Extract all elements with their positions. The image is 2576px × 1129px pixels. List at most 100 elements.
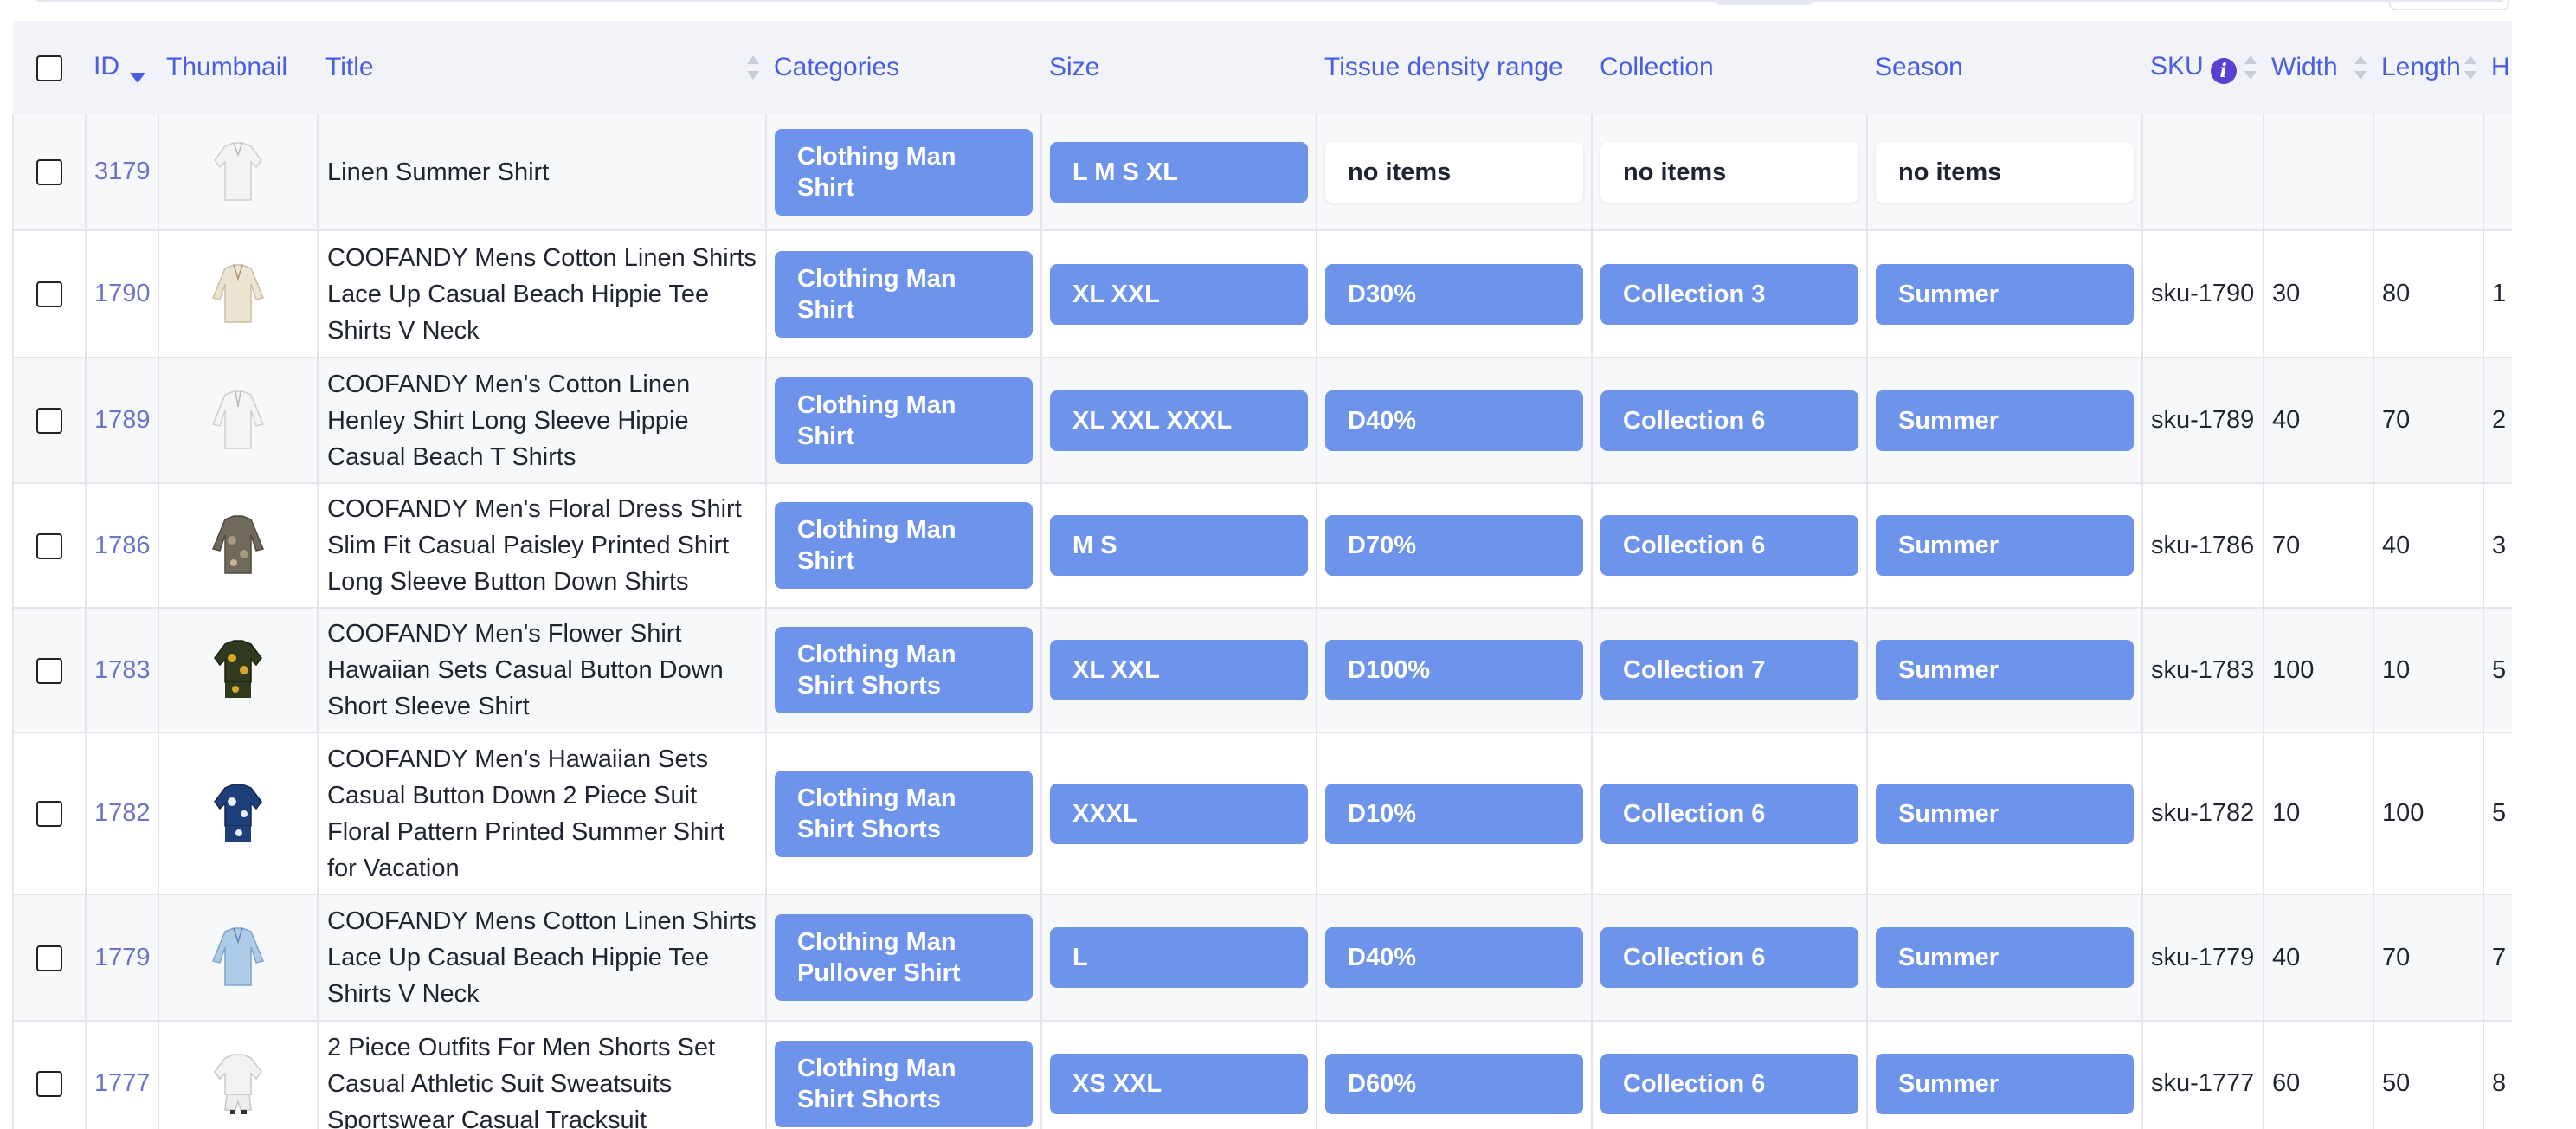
category-chip[interactable]: Clothing Man Pullover Shirt: [775, 914, 1033, 1001]
id-cell[interactable]: 1786: [85, 483, 158, 609]
product-thumbnail[interactable]: [209, 639, 267, 701]
table-row[interactable]: 1782 COOFANDY Men's Hawaiian Sets Casual…: [12, 732, 2512, 895]
table-row[interactable]: 1789 COOFANDY Men's Cotton Linen Henley …: [12, 358, 2512, 484]
product-thumbnail[interactable]: [209, 141, 267, 203]
season-chip[interactable]: Summer: [1876, 927, 2134, 988]
product-thumbnail[interactable]: [209, 783, 267, 845]
size-chip[interactable]: L: [1050, 927, 1308, 988]
season-cell: Summer: [1866, 1021, 2142, 1129]
category-line: Clothing Man: [797, 784, 956, 812]
size-cell: XL XXL: [1040, 230, 1317, 358]
size-chip[interactable]: XXXL: [1050, 783, 1308, 844]
product-thumbnail[interactable]: [209, 390, 267, 452]
season-cell: Summer: [1866, 608, 2142, 733]
tissue-chip[interactable]: no items: [1325, 141, 1583, 203]
table-row[interactable]: 3179 Linen Summer Shirt Clothing Man Shir…: [12, 114, 2512, 231]
row-checkbox[interactable]: [36, 532, 62, 559]
tissue-chip[interactable]: D60%: [1325, 1053, 1583, 1114]
tissue-chip[interactable]: D30%: [1325, 263, 1583, 325]
product-thumbnail[interactable]: [209, 1053, 267, 1115]
column-label-h: H: [2491, 53, 2510, 81]
product-thumbnail[interactable]: [209, 263, 267, 326]
collection-chip[interactable]: Collection 6: [1600, 515, 1858, 576]
collection-chip[interactable]: Collection 6: [1600, 783, 1858, 844]
season-chip[interactable]: no items: [1876, 141, 2134, 203]
category-line: Shirt: [797, 547, 855, 575]
id-cell[interactable]: 1783: [85, 608, 158, 733]
size-cell: L M S XL: [1040, 114, 1317, 231]
h-cell: 3: [2483, 483, 2512, 609]
id-cell[interactable]: 1779: [85, 894, 158, 1022]
collection-cell: Collection 3: [1591, 230, 1867, 358]
row-checkbox[interactable]: [36, 945, 62, 971]
category-chip[interactable]: Clothing Man Shirt: [775, 128, 1033, 216]
row-checkbox[interactable]: [36, 281, 62, 308]
category-chip[interactable]: Clothing Man Shirt: [775, 502, 1033, 589]
category-chip[interactable]: Clothing Man Shirt: [775, 377, 1033, 464]
length-cell: 70: [2373, 894, 2483, 1022]
collection-chip[interactable]: no items: [1600, 141, 1858, 203]
length-cell: 40: [2373, 483, 2483, 609]
row-checkbox[interactable]: [36, 801, 62, 828]
row-select-cell: [12, 608, 86, 733]
select-all-checkbox[interactable]: [36, 55, 62, 82]
table-row[interactable]: 1786 COOFANDY Men's Floral Dress Shirt S…: [12, 483, 2512, 609]
table-row[interactable]: 1783 COOFANDY Men's Flower Shirt Hawaiia…: [12, 608, 2512, 733]
size-chip[interactable]: XL XXL: [1050, 640, 1308, 700]
product-thumbnail[interactable]: [209, 926, 267, 989]
season-chip[interactable]: Summer: [1876, 263, 2134, 325]
id-cell[interactable]: 1789: [85, 358, 158, 484]
width-cell: [2263, 114, 2373, 231]
tissue-chip[interactable]: D70%: [1325, 515, 1583, 576]
column-header-title[interactable]: Title: [318, 21, 766, 114]
category-chip[interactable]: Clothing Man Shirt: [775, 250, 1033, 338]
column-header-tissue: Tissue density range: [1317, 21, 1592, 114]
column-header-width[interactable]: Width: [2264, 21, 2373, 114]
column-header-sku[interactable]: SKU i: [2142, 21, 2264, 114]
season-chip[interactable]: Summer: [1876, 515, 2134, 576]
row-checkbox[interactable]: [36, 657, 62, 684]
size-chip[interactable]: XS XXL: [1050, 1053, 1308, 1114]
table-row[interactable]: 1779 COOFANDY Mens Cotton Linen Shirts L…: [12, 894, 2512, 1022]
collection-chip[interactable]: Collection 6: [1600, 1053, 1858, 1114]
id-cell[interactable]: 1782: [85, 732, 158, 895]
table-row[interactable]: 1777 2 Piece Outfits For Men Shorts Set …: [12, 1021, 2512, 1129]
toolbar-button-edge[interactable]: [2389, 0, 2509, 10]
season-chip[interactable]: Summer: [1876, 1053, 2134, 1114]
header-row: ID Thumbnail Title Categories Size Tissu…: [13, 21, 2512, 114]
tissue-chip[interactable]: D10%: [1325, 783, 1583, 844]
tissue-chip[interactable]: D40%: [1325, 927, 1583, 988]
h-cell: 7: [2483, 894, 2512, 1022]
row-checkbox[interactable]: [36, 408, 62, 435]
row-checkbox[interactable]: [36, 159, 62, 186]
season-chip[interactable]: Summer: [1876, 390, 2134, 451]
column-header-h[interactable]: H: [2483, 21, 2512, 114]
collection-chip[interactable]: Collection 7: [1600, 640, 1858, 700]
tissue-chip[interactable]: D40%: [1325, 390, 1583, 451]
size-chip[interactable]: XL XXL: [1050, 263, 1308, 325]
category-chip[interactable]: Clothing Man Shirt Shorts: [775, 1040, 1033, 1127]
collection-chip[interactable]: Collection 6: [1600, 390, 1858, 451]
info-icon[interactable]: i: [2210, 57, 2237, 84]
column-header-length[interactable]: Length: [2373, 21, 2483, 114]
id-cell[interactable]: 3179: [85, 114, 158, 231]
column-header-id[interactable]: ID: [86, 21, 158, 114]
table-row[interactable]: 1790 COOFANDY Mens Cotton Linen Shirts L…: [12, 230, 2512, 358]
category-chip[interactable]: Clothing Man Shirt Shorts: [775, 627, 1033, 713]
width-cell: 70: [2263, 483, 2373, 609]
row-checkbox[interactable]: [36, 1071, 62, 1098]
column-label-length: Length: [2381, 53, 2461, 81]
season-chip[interactable]: Summer: [1876, 783, 2134, 844]
id-cell[interactable]: 1777: [85, 1021, 158, 1129]
size-chip[interactable]: L M S XL: [1050, 141, 1308, 203]
id-cell[interactable]: 1790: [85, 230, 158, 358]
tissue-chip[interactable]: D100%: [1325, 640, 1583, 700]
collection-chip[interactable]: Collection 6: [1600, 927, 1858, 988]
title-cell: COOFANDY Mens Cotton Linen Shirts Lace U…: [317, 894, 766, 1022]
size-chip[interactable]: M S: [1050, 515, 1308, 576]
category-chip[interactable]: Clothing Man Shirt Shorts: [775, 770, 1033, 857]
season-chip[interactable]: Summer: [1876, 640, 2134, 700]
size-chip[interactable]: XL XXL XXXL: [1050, 390, 1308, 451]
product-thumbnail[interactable]: [209, 514, 267, 577]
collection-chip[interactable]: Collection 3: [1600, 263, 1858, 325]
